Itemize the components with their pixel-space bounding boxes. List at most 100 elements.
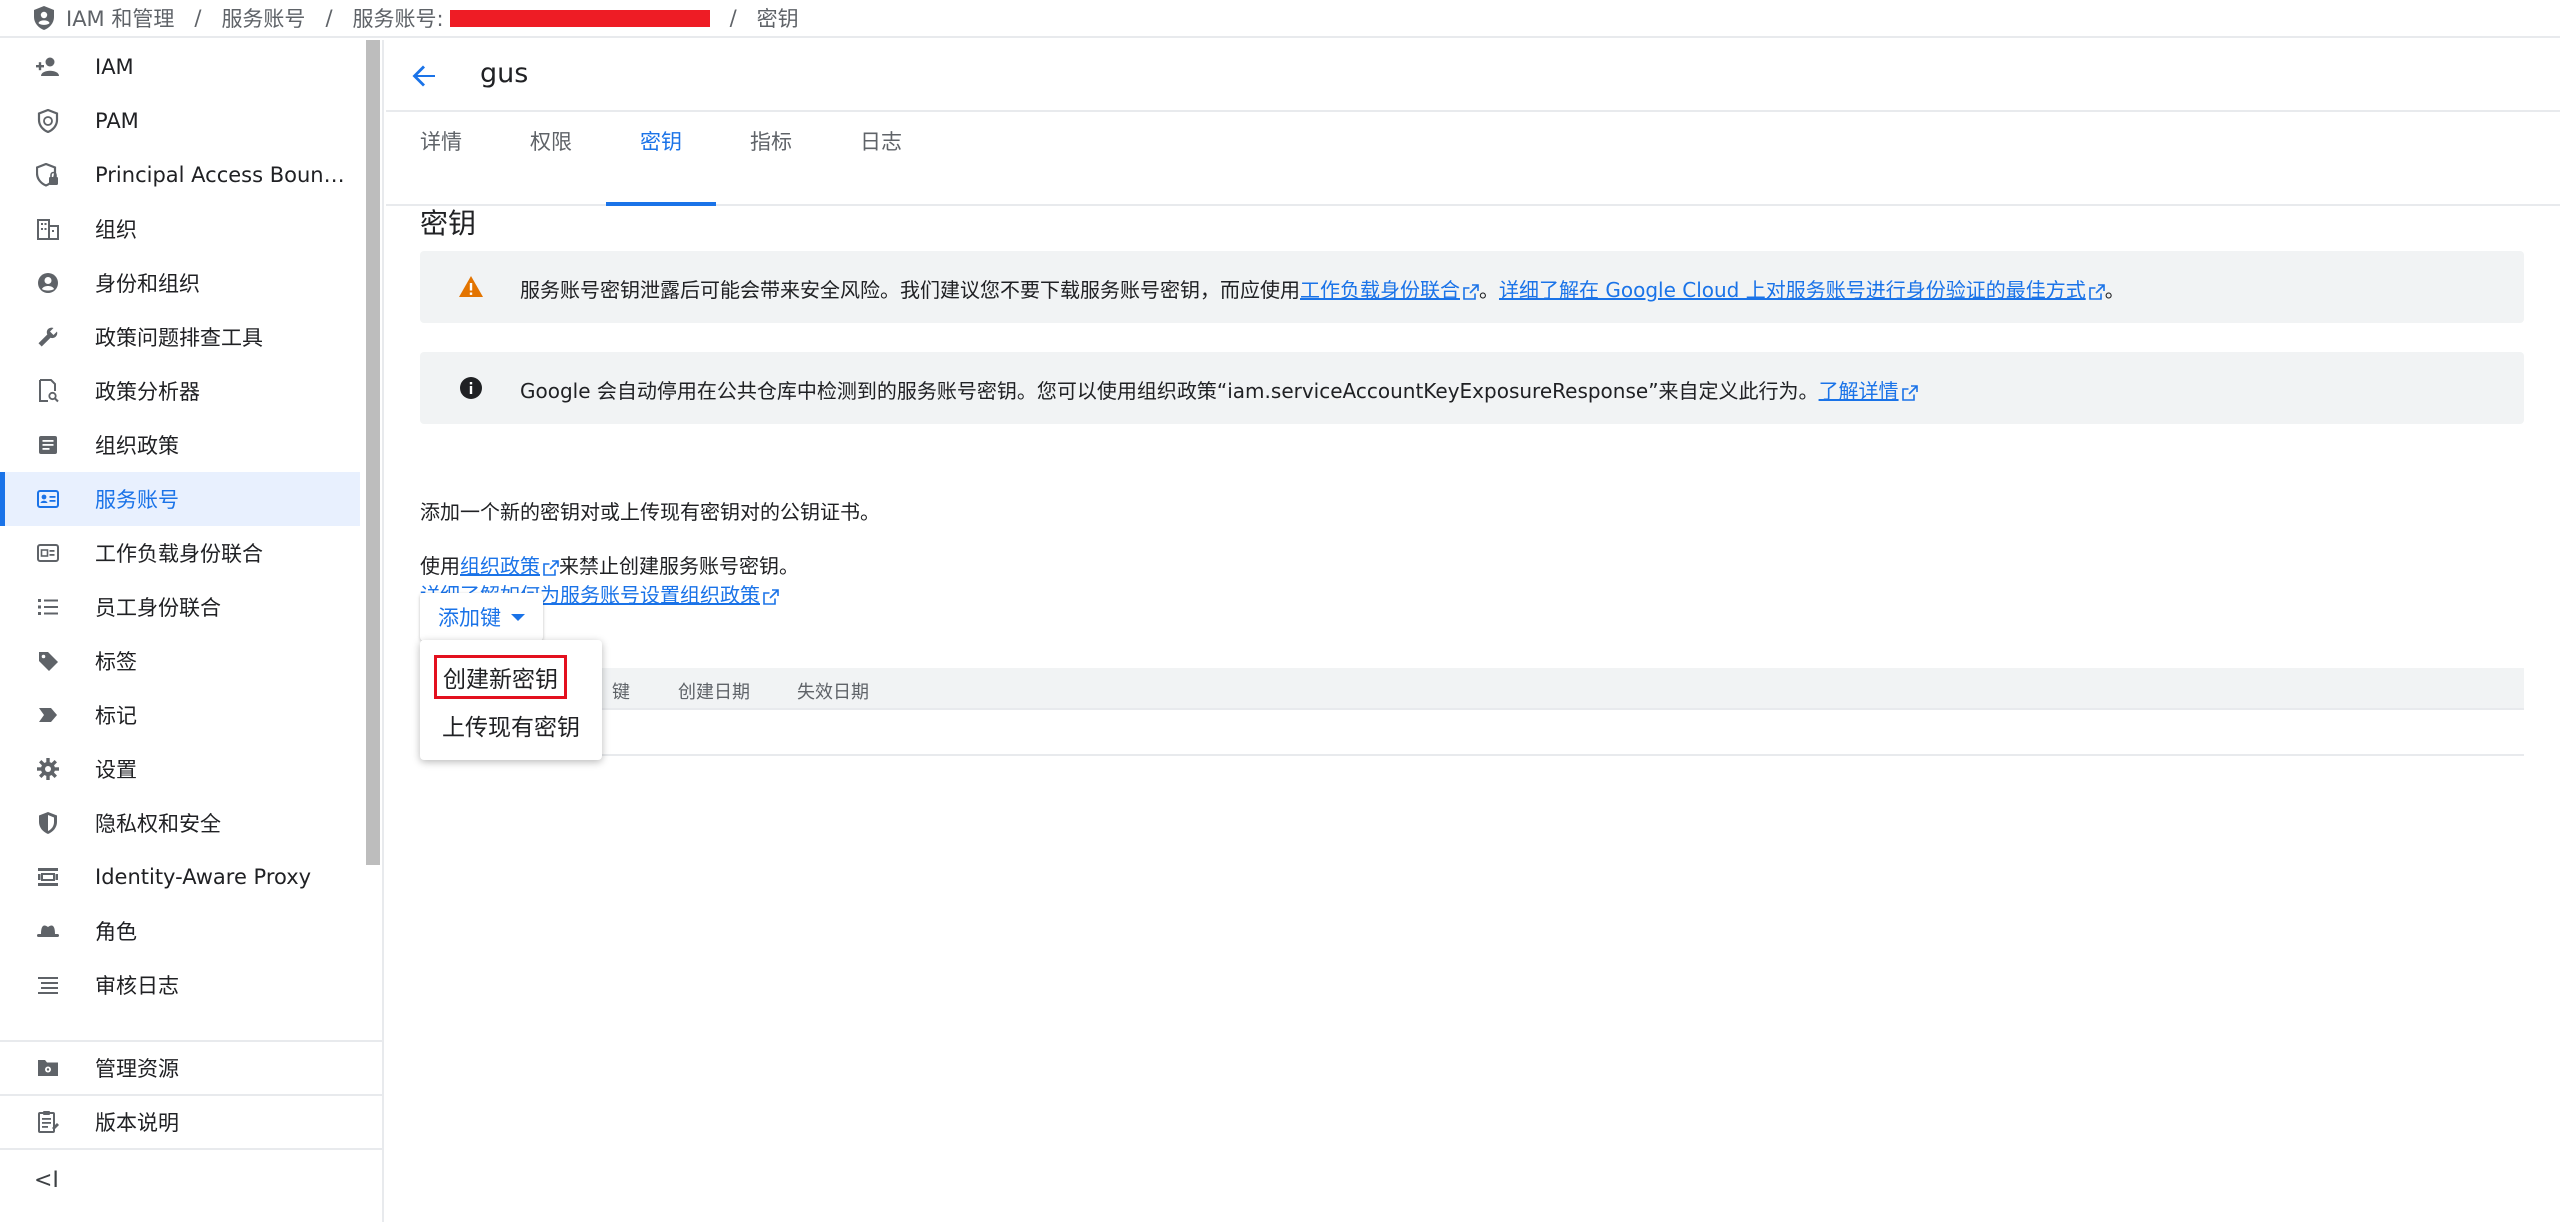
external-link-icon (1901, 384, 1918, 401)
breadcrumb-separator: / (194, 6, 202, 30)
external-link-icon (763, 588, 779, 605)
sidebar-item-settings[interactable]: 设置 (0, 742, 360, 796)
warning-icon (459, 276, 483, 297)
breadcrumb-item-service-accounts[interactable]: 服务账号 (221, 3, 305, 33)
sidebar-item-iam[interactable]: IAM (0, 40, 360, 94)
redacted-block (449, 9, 710, 27)
warning-text: 服务账号密钥泄露后可能会带来安全风险。我们建议您不要下载服务账号密钥，而应使用 (520, 278, 1300, 302)
sidebar: IAM PAM Principal Access Boun… 组织 身份和组织 … (0, 40, 384, 1222)
org-policy-text: 使用组织政策 来禁止创建服务账号密钥。 (420, 550, 799, 579)
sidebar-item-label: 标记 (95, 704, 137, 728)
sidebar-nav: IAM PAM Principal Access Boun… 组织 身份和组织 … (0, 40, 360, 1035)
sidebar-item-manage-resources[interactable]: 管理资源 (0, 1040, 382, 1094)
sidebar-item-label: 员工身份联合 (95, 596, 221, 620)
id-card-icon (34, 539, 62, 567)
breadcrumb-item-iam[interactable]: IAM 和管理 (32, 3, 174, 33)
tag-icon (34, 647, 62, 675)
label-icon (34, 701, 62, 729)
page-title: gus (480, 58, 529, 89)
arrow-back-icon[interactable] (408, 60, 440, 92)
breadcrumb-item-service-account[interactable]: 服务账号: (353, 3, 710, 33)
keys-table-header: 键 创建日期 失效日期 (420, 668, 2524, 710)
column-header-key[interactable]: 键 (612, 678, 630, 704)
info-banner: Google 会自动停用在公共仓库中检测到的服务账号密钥。您可以使用组织政策“i… (420, 352, 2524, 424)
warning-banner: 服务账号密钥泄露后可能会带来安全风险。我们建议您不要下载服务账号密钥，而应使用工… (420, 251, 2524, 323)
info-text: Google 会自动停用在公共仓库中检测到的服务账号密钥。您可以使用组织政策“i… (520, 379, 1819, 403)
account-circle-icon (34, 269, 62, 297)
org-policy-text-after: 来禁止创建服务账号密钥。 (559, 554, 799, 578)
sidebar-item-label: 审核日志 (95, 974, 179, 998)
release-notes-icon (34, 1108, 62, 1136)
shield-clock-icon (34, 107, 62, 135)
divider (0, 1148, 382, 1150)
best-practices-link[interactable]: 详细了解在 Google Cloud 上对服务账号进行身份验证的最佳方式 (1499, 278, 2086, 302)
building-icon (34, 215, 62, 243)
org-policy-text-before: 使用 (420, 554, 460, 578)
add-key-button[interactable]: 添加键 (420, 593, 543, 641)
sidebar-item-identity-aware-proxy[interactable]: Identity-Aware Proxy (0, 850, 360, 904)
sidebar-item-tags[interactable]: 标签 (0, 634, 360, 688)
key-description: 添加一个新的密钥对或上传现有密钥对的公钥证书。 (420, 500, 880, 524)
menu-item-upload-existing-key[interactable]: 上传现有密钥 (442, 708, 580, 742)
article-icon (34, 431, 62, 459)
sidebar-item-label: Identity-Aware Proxy (95, 865, 312, 889)
sidebar-item-label: 标签 (95, 650, 137, 674)
sidebar-item-label: 身份和组织 (95, 272, 200, 296)
tab-bar: 详情 权限 密钥 指标 日志 (386, 114, 2560, 206)
sidebar-item-label: 组织 (95, 218, 137, 242)
column-header-created[interactable]: 创建日期 (678, 678, 750, 704)
list-icon (34, 593, 62, 621)
sidebar-item-org-policy[interactable]: 组织政策 (0, 418, 360, 472)
tab-details[interactable]: 详情 (386, 114, 496, 206)
sidebar-item-label: 工作负载身份联合 (95, 542, 263, 566)
external-link-icon (2088, 283, 2105, 300)
add-key-label: 添加键 (438, 606, 501, 630)
sidebar-item-labels[interactable]: 标记 (0, 688, 360, 742)
column-header-expires[interactable]: 失效日期 (797, 678, 869, 704)
document-search-icon (34, 377, 62, 405)
sidebar-scrollbar[interactable] (366, 40, 380, 865)
person-add-icon (34, 53, 62, 81)
info-icon (460, 377, 482, 399)
sidebar-item-policy-analyzer[interactable]: 政策分析器 (0, 364, 360, 418)
sidebar-item-release-notes[interactable]: 版本说明 (0, 1094, 382, 1148)
breadcrumb-item-keys: 密钥 (756, 7, 799, 31)
gear-icon (34, 755, 62, 783)
learn-more-link[interactable]: 了解详情 (1819, 379, 1899, 403)
breadcrumb-separator: / (729, 6, 737, 30)
tab-metrics[interactable]: 指标 (716, 114, 826, 206)
lines-icon (34, 971, 62, 999)
sidebar-item-pam[interactable]: PAM (0, 94, 360, 148)
sidebar-item-organization[interactable]: 组织 (0, 202, 360, 256)
wrench-icon (34, 323, 62, 351)
sidebar-item-principal-access-boundary[interactable]: Principal Access Boun… (0, 148, 360, 202)
sidebar-item-policy-troubleshooter[interactable]: 政策问题排查工具 (0, 310, 360, 364)
sidebar-item-audit-logs[interactable]: 审核日志 (0, 958, 360, 1012)
sidebar-item-label: 设置 (95, 758, 137, 782)
sidebar-item-label: 隐私权和安全 (95, 812, 221, 836)
external-link-icon (543, 559, 559, 576)
tab-logs[interactable]: 日志 (826, 114, 936, 206)
sidebar-item-label: Principal Access Boun… (95, 163, 345, 187)
sidebar-item-identity-org[interactable]: 身份和组织 (0, 256, 360, 310)
sidebar-item-privacy-security[interactable]: 隐私权和安全 (0, 796, 360, 850)
collapse-icon[interactable]: <I (34, 1168, 59, 1193)
breadcrumb-separator: / (325, 6, 333, 30)
warning-text: 。 (1479, 278, 1499, 302)
sidebar-item-roles[interactable]: 角色 (0, 904, 360, 958)
keys-table-empty-row (420, 712, 2524, 756)
org-policy-link[interactable]: 组织政策 (460, 554, 540, 578)
tab-keys[interactable]: 密钥 (606, 114, 716, 206)
sidebar-item-service-accounts[interactable]: 服务账号 (0, 472, 360, 526)
workload-identity-link[interactable]: 工作负载身份联合 (1300, 278, 1460, 302)
proxy-icon (34, 863, 62, 891)
hat-icon (34, 917, 62, 945)
menu-item-create-new-key[interactable]: 创建新密钥 (434, 655, 567, 699)
sidebar-item-workforce-identity[interactable]: 员工身份联合 (0, 580, 360, 634)
breadcrumb-label: 服务账号: (352, 7, 444, 31)
main-content: gus 详情 权限 密钥 指标 日志 密钥 服务账号密钥泄露后可能会带来安全风险… (386, 40, 2560, 1222)
sidebar-item-workload-identity[interactable]: 工作负载身份联合 (0, 526, 360, 580)
sidebar-item-label: 政策分析器 (95, 380, 200, 404)
badge-icon (34, 485, 62, 513)
tab-permissions[interactable]: 权限 (496, 114, 606, 206)
